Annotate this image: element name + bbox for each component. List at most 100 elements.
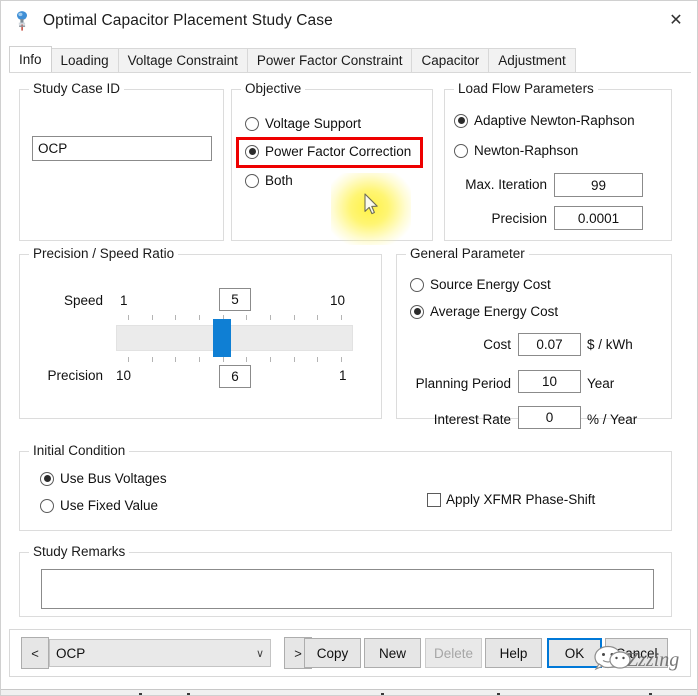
objective-group: Objective [231, 89, 433, 241]
radio-label: Voltage Support [265, 116, 361, 131]
precision-speed-legend: Precision / Speed Ratio [29, 246, 178, 261]
speed-max-label: 10 [330, 293, 345, 308]
ok-button[interactable]: OK [547, 638, 602, 668]
precision-speed-slider-thumb[interactable] [213, 319, 231, 357]
slider-tick [152, 315, 153, 320]
study-case-id-input[interactable]: OCP [32, 136, 212, 161]
precision-min-label: 10 [116, 368, 131, 383]
tab-capacitor[interactable]: Capacitor [411, 48, 489, 72]
lf-precision-label: Precision [454, 211, 547, 226]
prev-case-button[interactable]: < [21, 637, 49, 669]
slider-tick [152, 357, 153, 362]
lf-precision-input[interactable]: 0.0001 [554, 206, 643, 230]
radio-label: Source Energy Cost [430, 277, 551, 292]
general-parameter-legend: General Parameter [406, 246, 529, 261]
radio-mark [410, 278, 424, 292]
tab-power-factor-constraint[interactable]: Power Factor Constraint [247, 48, 413, 72]
case-select-value: OCP [56, 646, 85, 661]
checkbox-label: Apply XFMR Phase-Shift [446, 492, 595, 507]
slider-tick [341, 357, 342, 362]
interest-rate-input[interactable]: 0 [518, 406, 581, 429]
radio-label: Use Fixed Value [60, 498, 158, 513]
radio-adaptive-newton-raphson[interactable]: Adaptive Newton-Raphson [454, 113, 635, 128]
cost-label: Cost [401, 337, 511, 352]
slider-tick [223, 357, 224, 362]
slider-ticks-top [116, 315, 353, 320]
slider-tick [175, 357, 176, 362]
radio-source-energy-cost[interactable]: Source Energy Cost [410, 277, 551, 292]
new-button[interactable]: New [364, 638, 421, 668]
slider-ticks-bottom [116, 357, 353, 362]
chevron-down-icon: ∨ [256, 647, 264, 660]
radio-label: Average Energy Cost [430, 304, 558, 319]
radio-label: Use Bus Voltages [60, 471, 167, 486]
tab-loading[interactable]: Loading [51, 48, 119, 72]
slider-tick [317, 315, 318, 320]
max-iteration-label: Max. Iteration [454, 177, 547, 192]
window-title: Optimal Capacitor Placement Study Case [43, 12, 333, 30]
slider-tick [246, 357, 247, 362]
radio-mark [454, 114, 468, 128]
capacitor-icon [13, 10, 33, 32]
slider-tick [317, 357, 318, 362]
slider-tick [270, 357, 271, 362]
precision-value-input[interactable]: 6 [219, 365, 251, 388]
radio-mark [245, 174, 259, 188]
slider-tick [175, 315, 176, 320]
slider-tick [341, 315, 342, 320]
study-case-id-legend: Study Case ID [29, 81, 124, 96]
radio-average-energy-cost[interactable]: Average Energy Cost [410, 304, 558, 319]
initial-condition-group: Initial Condition [19, 451, 672, 531]
slider-tick [294, 357, 295, 362]
checkbox-box [427, 493, 441, 507]
radio-label: Newton-Raphson [474, 143, 578, 158]
radio-mark [40, 499, 54, 513]
radio-label: Adaptive Newton-Raphson [474, 113, 635, 128]
planning-period-unit-label: Year [587, 376, 614, 391]
radio-mark [410, 305, 424, 319]
slider-tick [199, 315, 200, 320]
radio-power-factor-correction[interactable]: Power Factor Correction [245, 144, 411, 159]
slider-tick [246, 315, 247, 320]
ps-precision-label: Precision [23, 368, 103, 383]
speed-label: Speed [31, 293, 103, 308]
load-flow-legend: Load Flow Parameters [454, 81, 598, 96]
dialog-window: Optimal Capacitor Placement Study Case ✕… [0, 0, 698, 696]
checkbox-apply-xfmr-phase-shift[interactable]: Apply XFMR Phase-Shift [427, 492, 595, 507]
planning-period-label: Planning Period [401, 376, 511, 391]
tab-bar: Info Loading Voltage Constraint Power Fa… [9, 47, 691, 73]
objective-legend: Objective [241, 81, 305, 96]
cost-input[interactable]: 0.07 [518, 333, 581, 356]
precision-speed-slider-track[interactable] [116, 325, 353, 351]
cancel-button[interactable]: Cancel [605, 638, 668, 668]
planning-period-input[interactable]: 10 [518, 370, 581, 393]
radio-both[interactable]: Both [245, 173, 293, 188]
case-select-dropdown[interactable]: OCP ∨ [49, 639, 271, 667]
interest-rate-label: Interest Rate [401, 412, 511, 427]
radio-mark [454, 144, 468, 158]
tab-voltage-constraint[interactable]: Voltage Constraint [118, 48, 248, 72]
radio-voltage-support[interactable]: Voltage Support [245, 116, 361, 131]
radio-newton-raphson[interactable]: Newton-Raphson [454, 143, 578, 158]
cost-unit-label: $ / kWh [587, 337, 633, 352]
radio-use-bus-voltages[interactable]: Use Bus Voltages [40, 471, 167, 486]
study-case-id-group: Study Case ID [19, 89, 224, 241]
help-button[interactable]: Help [485, 638, 542, 668]
precision-max-label: 1 [339, 368, 347, 383]
radio-use-fixed-value[interactable]: Use Fixed Value [40, 498, 158, 513]
initial-condition-legend: Initial Condition [29, 443, 129, 458]
speed-value-input[interactable]: 5 [219, 288, 251, 311]
tab-adjustment[interactable]: Adjustment [488, 48, 576, 72]
tab-info[interactable]: Info [9, 46, 52, 72]
slider-tick [128, 357, 129, 362]
background-window-edge [1, 689, 698, 696]
delete-button: Delete [425, 638, 482, 668]
copy-button[interactable]: Copy [304, 638, 361, 668]
slider-tick [270, 315, 271, 320]
close-icon[interactable]: ✕ [653, 1, 698, 39]
radio-mark [245, 145, 259, 159]
study-remarks-input[interactable] [41, 569, 654, 609]
title-bar: Optimal Capacitor Placement Study Case ✕ [1, 1, 698, 40]
speed-min-label: 1 [120, 293, 128, 308]
max-iteration-input[interactable]: 99 [554, 173, 643, 197]
